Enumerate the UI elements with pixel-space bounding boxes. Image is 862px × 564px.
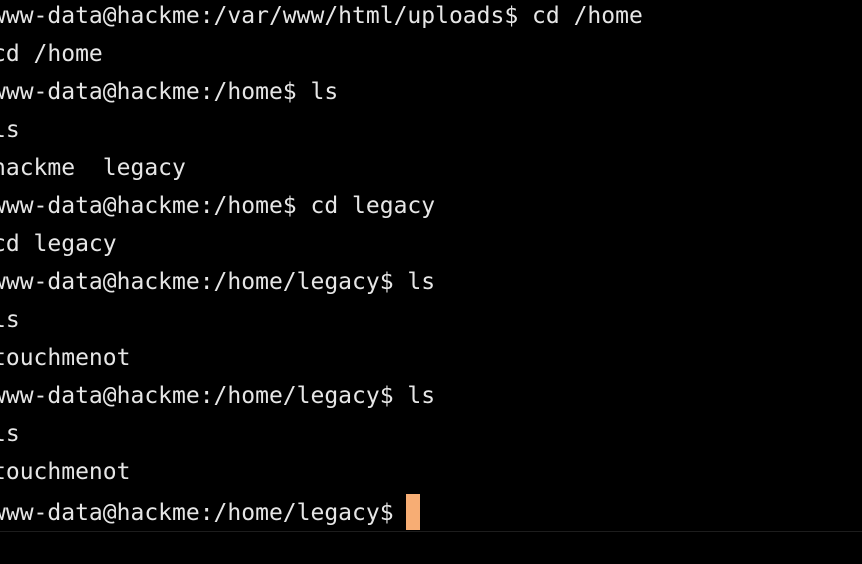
terminal-line: touchmenot [0,345,131,371]
terminal-line: ls [0,117,20,143]
terminal-line: ls [0,421,20,447]
terminal-line: touchmenot [0,459,131,485]
terminal-line: hackme legacy [0,155,186,181]
terminal-line: www-data@hackme:/home/legacy$ ls [0,383,436,409]
terminal-line: ls [0,307,20,333]
terminal-line: www-data@hackme:/home/legacy$ ls [0,269,436,295]
terminal-line: cd /home [0,41,103,67]
terminal-cursor [405,494,420,530]
terminal-prompt-line[interactable]: www-data@hackme:/home/legacy$ [0,494,862,532]
terminal-line: www-data@hackme:/var/www/html/uploads$ c… [0,3,643,29]
terminal-window[interactable]: www-data@hackme:/var/www/html/uploads$ c… [0,0,862,564]
terminal-bottom-bar [0,532,862,564]
terminal-line: cd legacy [0,231,117,257]
terminal-line: www-data@hackme:/home$ ls [0,79,339,105]
terminal-output: www-data@hackme:/var/www/html/uploads$ c… [0,0,862,530]
terminal-prompt: www-data@hackme:/home/legacy$ [0,500,394,526]
terminal-line: www-data@hackme:/home$ cd legacy [0,193,436,219]
